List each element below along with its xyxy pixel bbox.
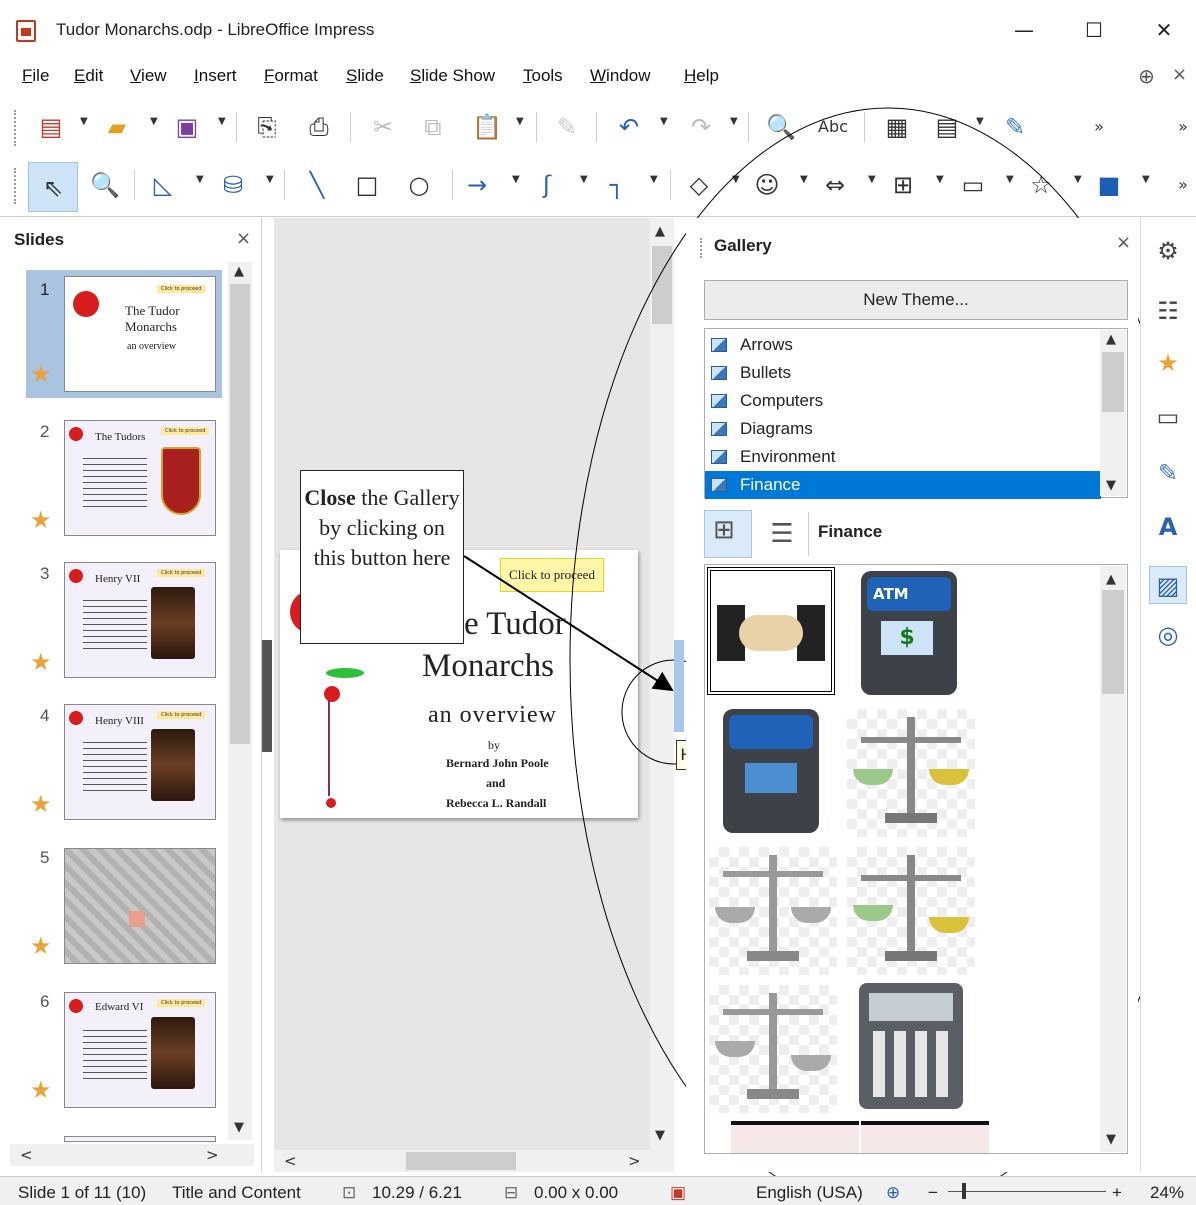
annotation-arrow — [463, 555, 674, 692]
theme-list: Arrows Bullets Computers Diagrams Enviro… — [704, 328, 1128, 499]
gallery-item-scale-coins-2[interactable] — [847, 847, 975, 975]
master-slides-icon[interactable]: ✎ — [1149, 454, 1187, 492]
new-theme-button[interactable]: New Theme... — [704, 280, 1128, 320]
slide-transition-icon[interactable]: ▭ — [1149, 398, 1187, 436]
scroll-down-icon[interactable]: ▼ — [1106, 478, 1116, 493]
theme-image-icon — [711, 394, 727, 408]
current-theme-label: Finance — [818, 522, 883, 541]
gallery-item-scale-2[interactable] — [709, 985, 837, 1113]
theme-list-scroll-thumb[interactable] — [1102, 352, 1124, 412]
scale-image — [715, 907, 755, 923]
theme-image-icon — [711, 422, 727, 436]
slide-counter: Slide 1 of 11 (10) — [18, 1183, 147, 1202]
scale-coins-image — [853, 905, 893, 921]
fit-slide-icon[interactable]: ⊕ — [886, 1183, 900, 1203]
size-icon: ⊟ — [504, 1183, 519, 1202]
icon-view-icon: ⊞ — [713, 515, 735, 545]
object-size: 0.00 x 0.00 — [534, 1183, 619, 1202]
scale-coins-image — [853, 769, 893, 785]
gallery-item-scale[interactable] — [709, 847, 837, 975]
sidebar-settings-gear-icon[interactable]: ⚙ — [1149, 232, 1187, 270]
theme-image-icon — [711, 478, 727, 492]
gallery-title: Gallery — [714, 236, 772, 255]
theme-item-bullets[interactable]: Bullets — [705, 359, 1101, 387]
scroll-up-icon[interactable]: ▲ — [1106, 572, 1116, 587]
theme-image-icon — [711, 366, 727, 380]
properties-icon[interactable]: ☷ — [1149, 292, 1187, 330]
theme-item-arrows[interactable]: Arrows — [705, 331, 1101, 359]
deck-grip[interactable] — [700, 238, 703, 258]
theme-image-icon — [711, 450, 727, 464]
gallery-items-grid: ATM $ — [704, 564, 1128, 1154]
theme-item-environment[interactable]: Environment — [705, 443, 1101, 471]
gallery-item-handshake[interactable] — [707, 567, 835, 695]
gallery-item-chart-2[interactable] — [861, 1121, 989, 1153]
gallery-item-scale-coins[interactable] — [847, 709, 975, 837]
gallery-close-button[interactable]: × — [1116, 232, 1131, 253]
scroll-up-icon[interactable]: ▲ — [1106, 332, 1116, 347]
animation-star-icon[interactable]: ★ — [1149, 344, 1187, 382]
cursor-position: 10.29 / 6.21 — [372, 1183, 462, 1202]
gallery-item-chart[interactable] — [731, 1121, 859, 1153]
detailed-view-button[interactable]: ☰ — [758, 510, 806, 558]
sidebar-hide-button[interactable] — [674, 640, 684, 732]
language-indicator[interactable]: English (USA) — [756, 1183, 863, 1203]
scale-image — [715, 1041, 755, 1057]
gallery-item-calculator[interactable] — [855, 983, 983, 1111]
theme-item-computers[interactable]: Computers — [705, 387, 1101, 415]
sidebar-tab-bar: ⚙ ☷ ★ ▭ ✎ A ▨ ◎ — [1140, 218, 1196, 1172]
zoom-slider-track[interactable] — [948, 1191, 1106, 1192]
list-view-icon: ☰ — [770, 519, 794, 549]
theme-image-icon — [711, 338, 727, 352]
position-icon: ⊡ — [342, 1183, 357, 1202]
zoom-out-button[interactable]: − — [928, 1183, 938, 1203]
layout-name[interactable]: Title and Content — [172, 1183, 301, 1203]
styles-icon[interactable]: A — [1149, 508, 1187, 546]
atm-image: ATM — [867, 577, 951, 611]
icon-view-button[interactable]: ⊞ — [704, 510, 752, 558]
theme-item-diagrams[interactable]: Diagrams — [705, 415, 1101, 443]
document-modified-icon[interactable]: ▣ — [670, 1183, 686, 1203]
zoom-percentage[interactable]: 24% — [1150, 1183, 1184, 1203]
atm-globe-image — [729, 715, 813, 749]
gallery-image-icon[interactable]: ▨ — [1149, 566, 1187, 604]
status-bar: Slide 1 of 11 (10) Title and Content ⊡ 1… — [0, 1176, 1196, 1205]
gallery-scroll-thumb[interactable] — [1102, 590, 1124, 694]
zoom-in-button[interactable]: + — [1112, 1183, 1122, 1203]
navigator-compass-icon[interactable]: ◎ — [1149, 616, 1187, 654]
handshake-image — [739, 615, 803, 651]
gallery-item-atm[interactable]: ATM $ — [847, 571, 975, 699]
scroll-down-icon[interactable]: ▼ — [1106, 1132, 1116, 1147]
gallery-item-atm-globe[interactable] — [715, 709, 843, 837]
theme-item-finance[interactable]: Finance — [705, 471, 1101, 499]
zoom-slider-knob[interactable] — [962, 1183, 966, 1199]
